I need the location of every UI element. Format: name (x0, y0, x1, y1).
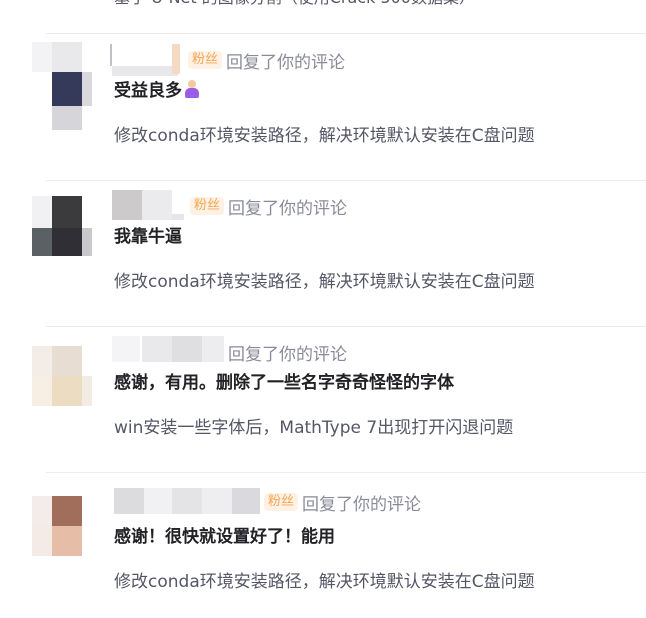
article-title[interactable]: 修改conda环境安装路径，解决环境默认安装在C盘问题 (114, 124, 535, 148)
avatar[interactable] (32, 42, 92, 130)
person-raising-hands-icon (184, 80, 200, 98)
username-blurred[interactable] (110, 42, 184, 78)
fan-badge: 粉丝 (188, 51, 223, 69)
avatar[interactable] (32, 334, 92, 422)
avatar[interactable] (32, 188, 92, 276)
reply-text: 回复了你的评论 (228, 344, 347, 365)
notification-item[interactable]: 粉丝 回复了你的评论 我靠牛逼 修改conda环境安装路径，解决环境默认安装在C… (0, 180, 646, 326)
notification-item[interactable]: 回复了你的评论 感谢，有用。删除了一些名字奇奇怪怪的字体 win安装一些字体后，… (0, 326, 646, 472)
username-blurred[interactable] (110, 334, 228, 370)
fan-badge: 粉丝 (264, 493, 299, 511)
reply-text: 回复了你的评论 (302, 494, 422, 515)
notification-item[interactable]: 粉丝 回复了你的评论 感谢！很快就设置好了！能用 修改conda环境安装路径，解… (0, 472, 646, 618)
article-title[interactable]: 修改conda环境安装路径，解决环境默认安装在C盘问题 (114, 270, 535, 294)
comment-text[interactable]: 受益良多 (114, 78, 200, 104)
article-title[interactable]: win安装一些字体后，MathType 7出现打开闪退问题 (114, 416, 513, 440)
comment-text[interactable]: 我靠牛逼 (114, 224, 182, 250)
comment-text[interactable]: 感谢！很快就设置好了！能用 (114, 524, 335, 550)
notification-item[interactable]: 粉丝 回复了你的评论 受益良多 修改conda环境安装路径，解决环境默认安装在C… (0, 34, 646, 180)
comment-text[interactable]: 感谢，有用。删除了一些名字奇奇怪怪的字体 (114, 370, 454, 396)
fan-badge: 粉丝 (190, 197, 225, 215)
top-partial-article-title[interactable]: 基于 U-Net 的图像分割（使用Crack 500数据集） (114, 0, 475, 8)
username-blurred[interactable] (110, 188, 186, 224)
reply-text: 回复了你的评论 (226, 52, 346, 73)
reply-text: 回复了你的评论 (228, 198, 348, 219)
username-blurred[interactable] (110, 484, 260, 520)
avatar[interactable] (32, 480, 92, 568)
article-title[interactable]: 修改conda环境安装路径，解决环境默认安装在C盘问题 (114, 570, 535, 594)
